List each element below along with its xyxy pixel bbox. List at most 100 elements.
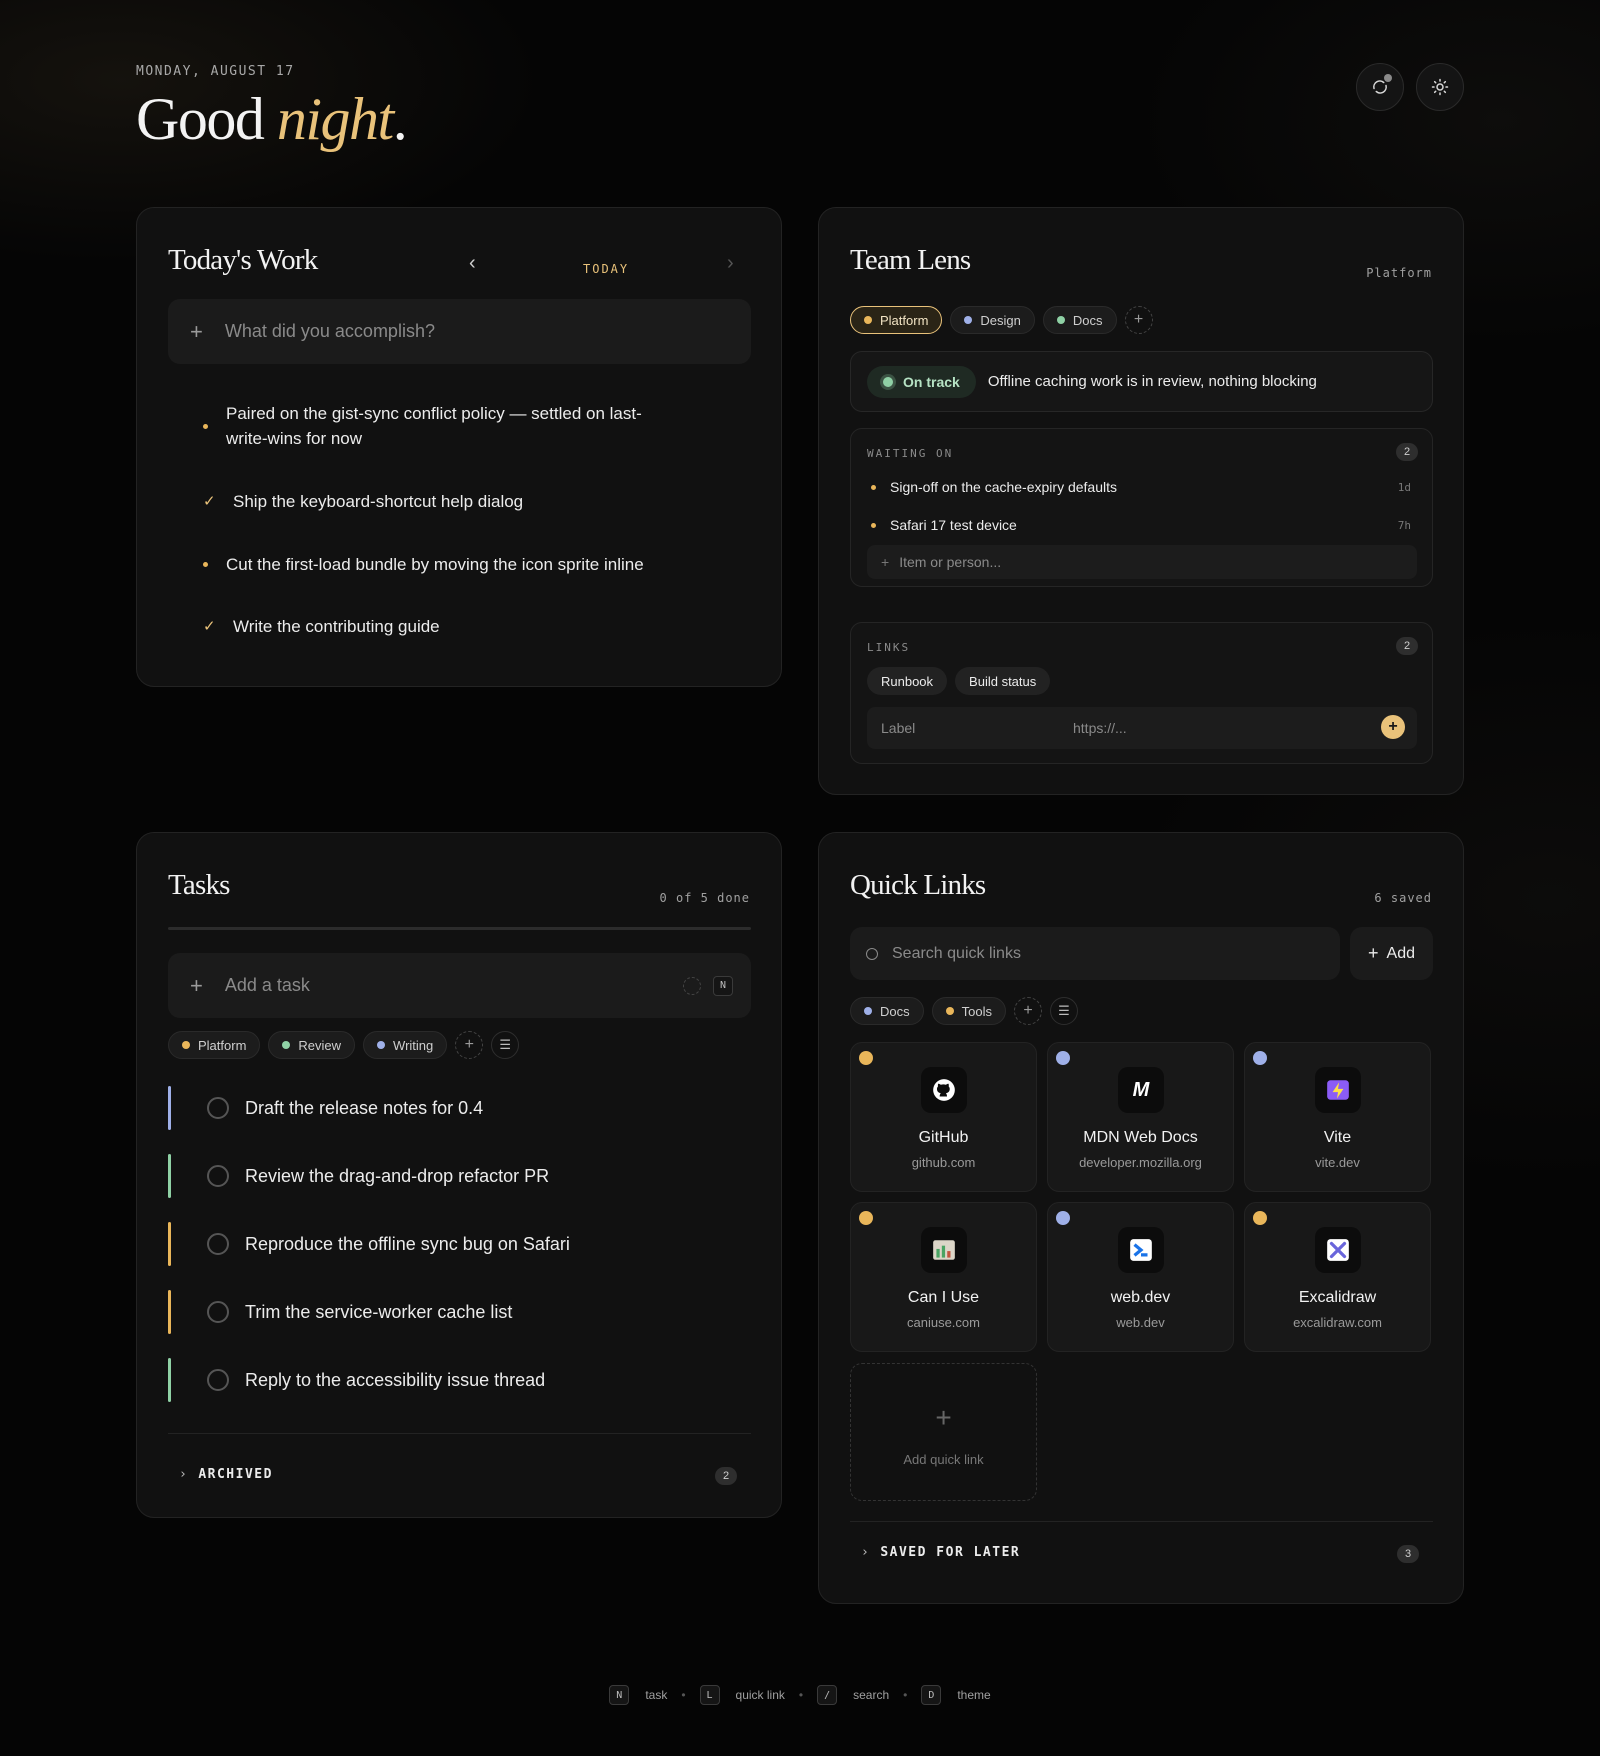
work-item[interactable]: Cut the first-load bundle by moving the … (203, 552, 644, 577)
prev-day-button[interactable]: ‹ (469, 252, 476, 275)
task-color-bar (168, 1154, 171, 1198)
task-row[interactable]: Draft the release notes for 0.4 (168, 1086, 751, 1130)
filter-chip-writing[interactable]: Writing (363, 1031, 448, 1059)
team-chips: Platform Design Docs + (850, 306, 1153, 334)
task-row[interactable]: Reply to the accessibility issue thread (168, 1358, 751, 1402)
quick-meta: 6 saved (1374, 891, 1432, 905)
status-box[interactable]: On track Offline caching work is in revi… (850, 351, 1433, 412)
tile-domain: web.dev (1116, 1315, 1165, 1330)
chip-dot (945, 1007, 954, 1015)
task-text: Reproduce the offline sync bug on Safari (245, 1233, 570, 1254)
shortcut-key: / (817, 1685, 838, 1705)
shortcut-key: N (713, 975, 733, 996)
add-quick-link-button[interactable]: + Add (1350, 927, 1433, 980)
filter-chip-docs[interactable]: Docs (850, 997, 924, 1025)
task-checkbox[interactable] (207, 1369, 229, 1391)
filter-chip-platform[interactable]: Platform (168, 1031, 261, 1059)
add-quick-link-tile[interactable]: + Add quick link (850, 1363, 1037, 1501)
team-meta: Platform (1366, 266, 1432, 280)
filter-chip-tools[interactable]: Tools (931, 997, 1006, 1025)
quick-link-tile-github[interactable]: GitHub github.com (850, 1042, 1037, 1192)
quick-link-tile-excalidraw[interactable]: Excalidraw excalidraw.com (1244, 1202, 1431, 1352)
chip-dot (864, 316, 872, 324)
github-icon (921, 1067, 967, 1113)
shortcut-footer: Ntask • Lquick link • / search • Dtheme (0, 1685, 1600, 1705)
chip-dot (377, 1041, 386, 1049)
quick-link-tile-vite[interactable]: Vite vite.dev (1244, 1042, 1431, 1192)
link-url-input[interactable]: https://... (1073, 720, 1127, 736)
team-chip-docs[interactable]: Docs (1042, 306, 1117, 334)
quick-link-tile-caniuse[interactable]: Can I Use caniuse.com (850, 1202, 1037, 1352)
add-task-input[interactable]: + Add a task N (168, 953, 751, 1018)
task-checkbox[interactable] (207, 1301, 229, 1323)
tag-dot (1056, 1051, 1070, 1065)
greeting: Good night. (136, 85, 408, 154)
add-link-button[interactable]: + (1381, 715, 1405, 739)
date-label: MONDAY, AUGUST 17 (136, 64, 295, 79)
work-item[interactable]: ✓ Write the contributing guide (203, 614, 440, 639)
card-title: Team Lens (850, 244, 971, 276)
webdev-icon (1118, 1227, 1164, 1273)
accomplishment-input[interactable]: + What did you accomplish? (168, 299, 751, 364)
archived-count-badge: 2 (715, 1467, 737, 1485)
add-filter-button[interactable]: + (455, 1031, 484, 1059)
links-panel: LINKS 2 Runbook Build status Label https… (850, 622, 1433, 764)
task-row[interactable]: Trim the service-worker cache list (168, 1290, 751, 1334)
filter-chip-review[interactable]: Review (268, 1031, 356, 1059)
theme-toggle-button[interactable] (1416, 63, 1464, 111)
tasks-card: Tasks 0 of 5 done + Add a task N Platfor… (136, 832, 782, 1518)
pending-bullet-icon (203, 562, 208, 567)
waiting-input[interactable]: + Item or person... (867, 545, 1417, 579)
chip-label: Tools (961, 1003, 992, 1019)
tile-name: Can I Use (907, 1289, 980, 1306)
work-item-text: Ship the keyboard-shortcut help dialog (233, 492, 524, 511)
task-row[interactable]: Review the drag-and-drop refactor PR (168, 1154, 751, 1198)
sync-button[interactable] (1356, 63, 1404, 111)
plus-icon: + (1368, 943, 1379, 963)
quick-link-tile-mdn[interactable]: M MDN Web Docs developer.mozilla.org (1047, 1042, 1234, 1192)
chip-dot (282, 1041, 291, 1049)
task-checkbox[interactable] (207, 1233, 229, 1255)
shortcut-label: theme (957, 1688, 991, 1702)
tag-dot (859, 1211, 873, 1225)
add-team-button[interactable]: + (1124, 306, 1153, 334)
chip-label: Design (980, 312, 1021, 328)
link-runbook[interactable]: Runbook (867, 667, 948, 695)
link-build-status[interactable]: Build status (955, 667, 1051, 695)
chevron-right-icon: › (179, 1467, 189, 1482)
shortcut-key: L (699, 1685, 720, 1705)
list-view-button[interactable]: ☰ (491, 1031, 520, 1059)
tile-domain: vite.dev (1315, 1155, 1360, 1170)
task-checkbox[interactable] (207, 1097, 229, 1119)
chip-dot (964, 316, 973, 324)
link-label-input[interactable]: Label (881, 720, 1073, 736)
task-row[interactable]: Reproduce the offline sync bug on Safari (168, 1222, 751, 1266)
task-color-bar (168, 1222, 171, 1266)
team-chip-platform[interactable]: Platform (850, 306, 943, 334)
status-badge[interactable]: On track (867, 365, 976, 398)
greeting-main: Good (136, 86, 265, 152)
quick-link-tile-webdev[interactable]: web.dev web.dev (1047, 1202, 1234, 1352)
add-filter-button[interactable]: + (1013, 997, 1042, 1025)
vite-icon (1315, 1067, 1361, 1113)
archived-toggle[interactable]: › ARCHIVED (179, 1467, 273, 1482)
status-dot (883, 376, 893, 387)
add-label: Add (1386, 944, 1415, 962)
waiting-item-age: 1d (1397, 480, 1411, 494)
work-item[interactable]: ✓ Ship the keyboard-shortcut help dialog (203, 489, 523, 514)
quick-links-search[interactable]: Search quick links (850, 927, 1340, 980)
next-day-button[interactable]: › (727, 252, 734, 275)
team-chip-design[interactable]: Design (950, 306, 1035, 334)
waiting-item-text: Safari 17 test device (890, 517, 1017, 533)
tag-dot (1056, 1211, 1070, 1225)
top-buttons (1356, 63, 1464, 111)
waiting-item[interactable]: Safari 17 test device 7h (871, 517, 1411, 533)
waiting-item[interactable]: Sign-off on the cache-expiry defaults 1d (871, 479, 1411, 495)
saved-count-badge: 3 (1397, 1545, 1419, 1563)
tile-domain: caniuse.com (907, 1315, 980, 1330)
work-item[interactable]: Paired on the gist-sync conflict policy … (203, 401, 683, 451)
task-checkbox[interactable] (207, 1165, 229, 1187)
status-text: Offline caching work is in review, nothi… (987, 373, 1317, 390)
saved-for-later-toggle[interactable]: › SAVED FOR LATER (861, 1545, 1020, 1560)
list-view-button[interactable]: ☰ (1049, 997, 1078, 1025)
